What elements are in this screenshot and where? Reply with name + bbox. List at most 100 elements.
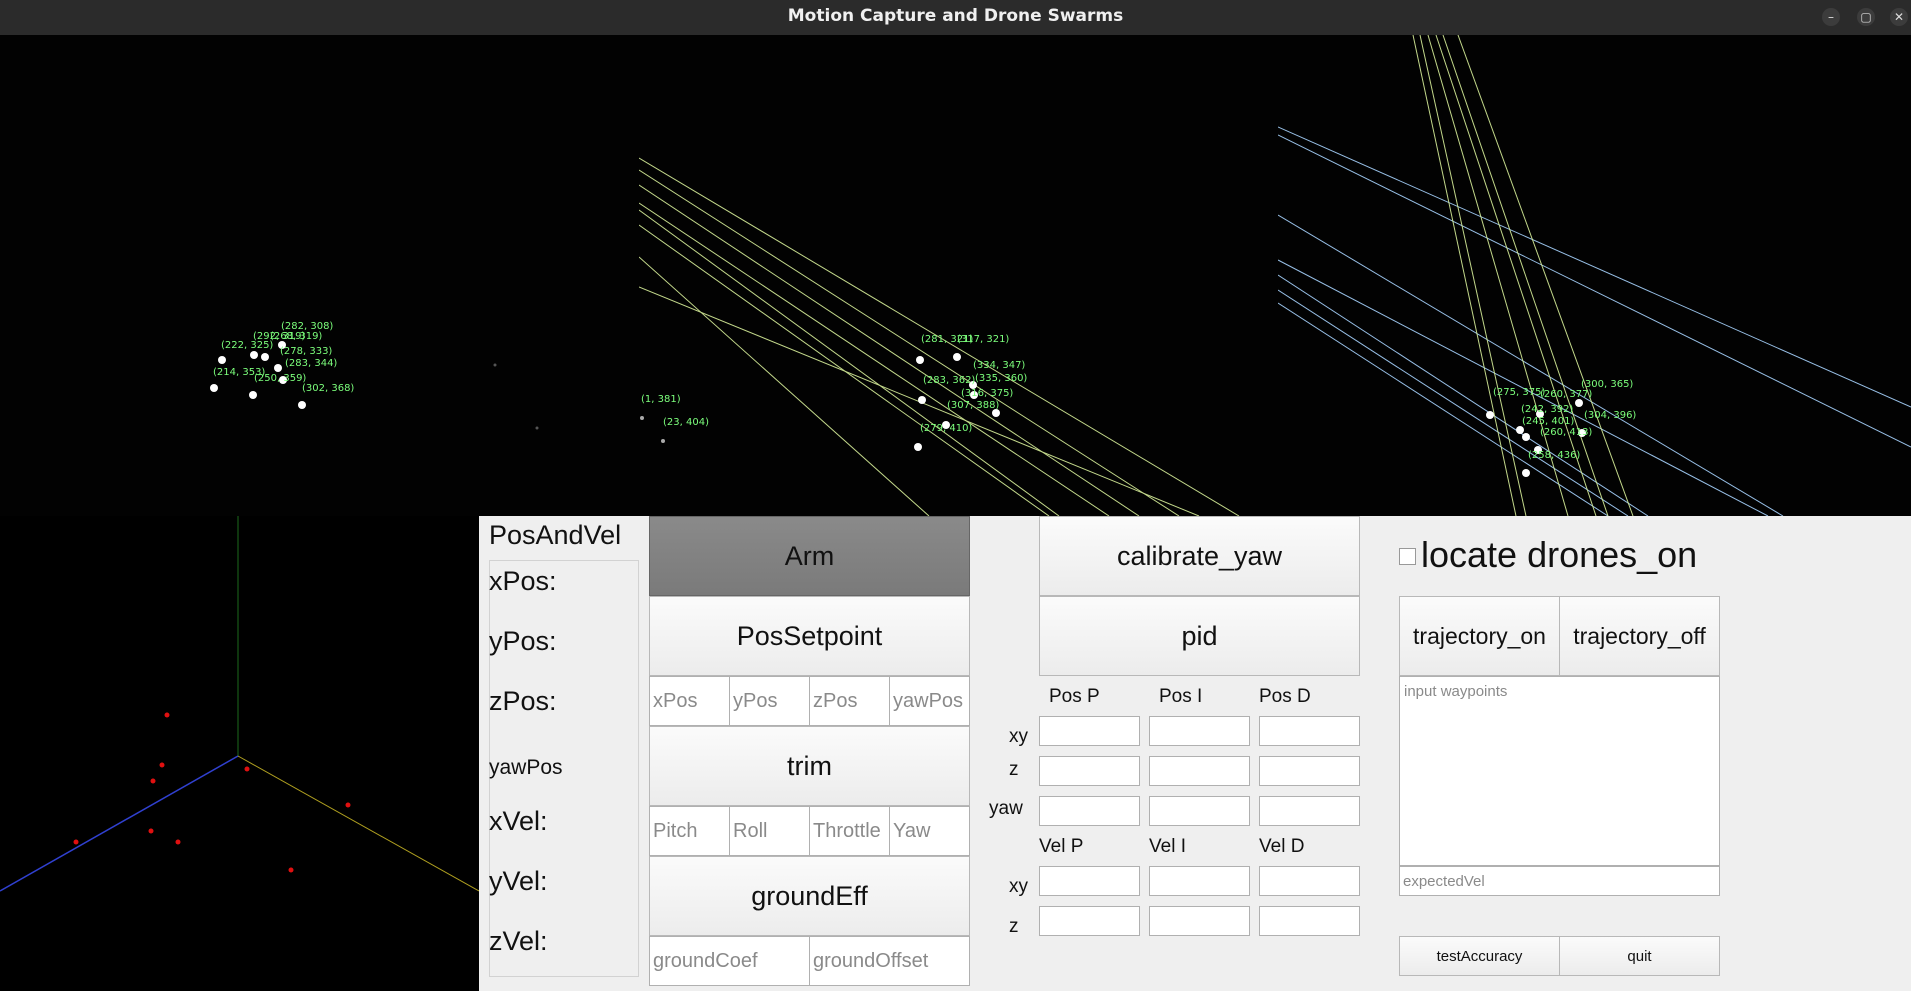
pitch-input[interactable]: Pitch xyxy=(649,806,730,856)
y-axis xyxy=(237,755,479,892)
vel-p-z-input[interactable] xyxy=(1039,906,1140,936)
point-label: (335, 360) xyxy=(975,373,1027,384)
vel-d-xy-input[interactable] xyxy=(1259,866,1360,896)
camera-view-3: (300, 365) (275, 375) (260, 377) (304, 3… xyxy=(1278,35,1911,516)
3d-points xyxy=(73,712,351,873)
point-label: (245, 401) xyxy=(1522,416,1574,427)
point-label: (304, 396) xyxy=(1584,410,1636,421)
point-label: (260, 413) xyxy=(1540,427,1592,438)
waypoints-textarea[interactable]: input waypoints xyxy=(1399,676,1720,866)
camera-view-1: (282, 308) (292, 319) (268, 319) (222, 3… xyxy=(0,35,639,516)
yawpos-input[interactable]: yawPos xyxy=(889,676,970,726)
close-icon[interactable]: ✕ xyxy=(1890,8,1908,26)
point-label: (258, 436) xyxy=(1528,450,1580,461)
vel-i-header: Vel I xyxy=(1149,836,1186,857)
xpos-input[interactable]: xPos xyxy=(649,676,730,726)
pos-i-yaw-input[interactable] xyxy=(1149,796,1250,826)
point-label: (278, 333) xyxy=(280,346,332,357)
vel-p-header: Vel P xyxy=(1039,836,1084,857)
epipolar-lines-green xyxy=(1412,35,1634,516)
camera-2-markers xyxy=(640,353,1000,451)
calibrate-yaw-button[interactable]: calibrate_yaw xyxy=(1039,516,1360,596)
ypos-input[interactable]: yPos xyxy=(729,676,810,726)
pos-i-z-input[interactable] xyxy=(1149,756,1250,786)
pos-p-xy-input[interactable] xyxy=(1039,716,1140,746)
zpos-input[interactable]: zPos xyxy=(809,676,890,726)
point-label: (283, 362) xyxy=(923,375,975,386)
vel-i-xy-input[interactable] xyxy=(1149,866,1250,896)
ground-eff-button[interactable]: groundEff xyxy=(649,856,970,936)
pos-p-header: Pos P xyxy=(1049,686,1100,707)
minimize-icon[interactable]: – xyxy=(1822,8,1840,26)
camera-1-canvas: (282, 308) (292, 319) (268, 319) (222, 3… xyxy=(210,321,539,430)
marker xyxy=(298,401,306,409)
trajectory-on-button[interactable]: trajectory_on xyxy=(1399,596,1560,676)
arm-button[interactable]: Arm xyxy=(649,516,970,596)
yvel-label: yVel: xyxy=(489,866,548,896)
title-bar: Motion Capture and Drone Swarms – ▢ ✕ xyxy=(0,0,1911,36)
3d-point-view xyxy=(0,516,479,991)
epipolar-lines-blue xyxy=(1278,126,1911,516)
point-label: (23, 404) xyxy=(663,417,709,428)
vel-row-xy-label: xy xyxy=(1009,876,1028,897)
point-label: (250, 359) xyxy=(254,373,306,384)
point-label: (334, 347) xyxy=(973,360,1025,371)
point-label: (317, 321) xyxy=(957,334,1009,345)
throttle-input[interactable]: Throttle xyxy=(809,806,890,856)
window-title: Motion Capture and Drone Swarms xyxy=(787,6,1124,26)
pos-d-z-input[interactable] xyxy=(1259,756,1360,786)
camera-view-2: (281, 321) (317, 321) (334, 347) (283, 3… xyxy=(639,35,1278,516)
pos-p-yaw-input[interactable] xyxy=(1039,796,1140,826)
point-label: (222, 325) xyxy=(221,340,273,351)
trajectory-off-button[interactable]: trajectory_off xyxy=(1559,596,1720,676)
ground-coef-input[interactable]: groundCoef xyxy=(649,936,810,986)
camera-1-markers xyxy=(210,341,539,430)
quit-button[interactable]: quit xyxy=(1559,936,1720,976)
pos-d-xy-input[interactable] xyxy=(1259,716,1360,746)
vel-row-z-label: z xyxy=(1009,916,1019,937)
pos-i-xy-input[interactable] xyxy=(1149,716,1250,746)
point-label: (275, 375) xyxy=(1493,387,1545,398)
yaw-input[interactable]: Yaw xyxy=(889,806,970,856)
pos-row-yaw-label: yaw xyxy=(989,798,1023,819)
camera-2-canvas: (281, 321) (317, 321) (334, 347) (283, 3… xyxy=(639,157,1240,516)
xvel-label: xVel: xyxy=(489,806,548,836)
roll-input[interactable]: Roll xyxy=(729,806,810,856)
camera-3-canvas: (300, 365) (275, 375) (260, 377) (304, 3… xyxy=(1278,35,1911,516)
pos-row-z-label: z xyxy=(1009,759,1019,780)
ground-offset-input[interactable]: groundOffset xyxy=(809,936,970,986)
point-label: (1, 381) xyxy=(641,394,681,405)
yawpos-label: yawPos xyxy=(489,756,563,779)
state-title: PosAndVel xyxy=(489,520,622,550)
pos-d-header: Pos D xyxy=(1259,686,1311,707)
zpos-label: zPos: xyxy=(489,686,557,716)
control-panel: PosAndVel xPos: yPos: zPos: yawPos xVel:… xyxy=(479,516,1911,991)
pos-setpoint-button[interactable]: PosSetpoint xyxy=(649,596,970,676)
point-label: (242, 392) xyxy=(1521,404,1573,415)
marker xyxy=(218,356,226,364)
point-label: (316, 375) xyxy=(961,388,1013,399)
vel-p-xy-input[interactable] xyxy=(1039,866,1140,896)
test-accuracy-button[interactable]: testAccuracy xyxy=(1399,936,1560,976)
vel-d-header: Vel D xyxy=(1259,836,1305,857)
pos-d-yaw-input[interactable] xyxy=(1259,796,1360,826)
xpos-label: xPos: xyxy=(489,566,557,596)
marker xyxy=(274,364,282,372)
locate-drones-checkbox[interactable] xyxy=(1399,548,1416,565)
ypos-label: yPos: xyxy=(489,626,557,656)
pos-p-z-input[interactable] xyxy=(1039,756,1140,786)
vel-d-z-input[interactable] xyxy=(1259,906,1360,936)
trim-button[interactable]: trim xyxy=(649,726,970,806)
3d-canvas xyxy=(0,516,479,892)
expected-vel-input[interactable]: expectedVel xyxy=(1399,866,1720,896)
point-label: (283, 344) xyxy=(285,358,337,369)
vel-i-z-input[interactable] xyxy=(1149,906,1250,936)
marker xyxy=(261,353,269,361)
pos-i-header: Pos I xyxy=(1159,686,1203,707)
maximize-icon[interactable]: ▢ xyxy=(1857,8,1875,26)
marker xyxy=(250,351,258,359)
point-label: (307, 388) xyxy=(947,400,999,411)
point-label: (260, 377) xyxy=(1540,389,1592,400)
pid-button[interactable]: pid xyxy=(1039,596,1360,676)
point-label: (279, 410) xyxy=(920,423,972,434)
